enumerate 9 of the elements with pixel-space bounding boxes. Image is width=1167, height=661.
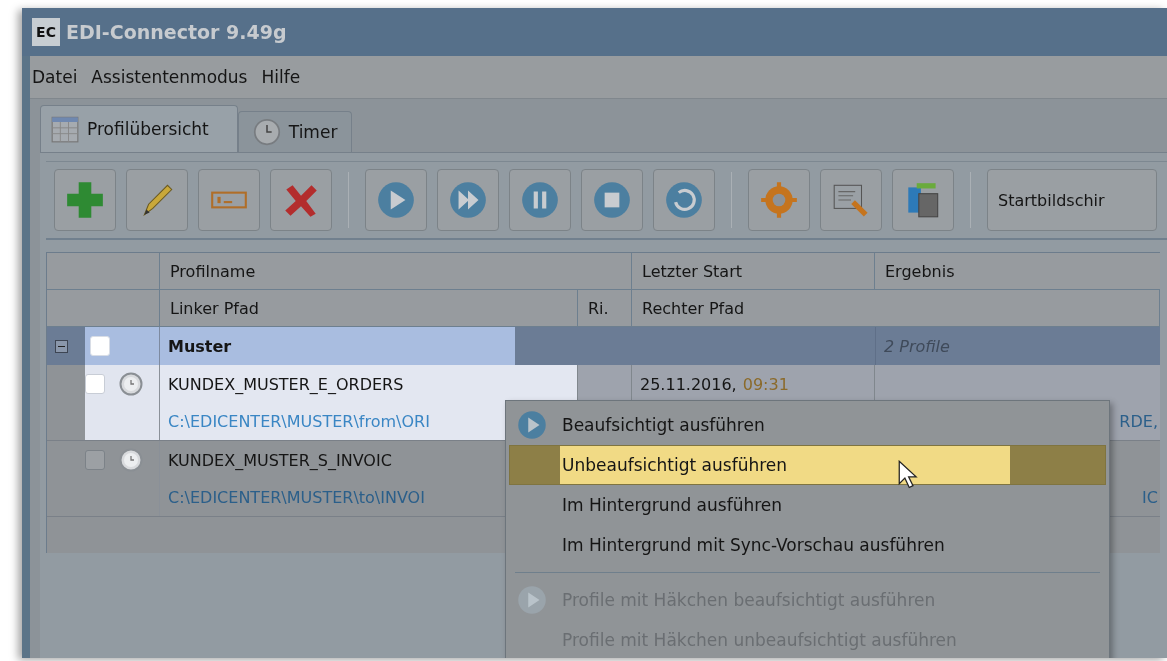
app-logo: EC bbox=[32, 18, 60, 46]
right-path: RDE, bbox=[1119, 412, 1158, 431]
right-path: IC bbox=[1142, 488, 1158, 507]
left-path: C:\EDICENTER\MUSTER\to\INVOI bbox=[168, 488, 425, 507]
left-path: C:\EDICENTER\MUSTER\from\ORI bbox=[168, 412, 430, 431]
profile-name: KUNDEX_MUSTER_E_ORDERS bbox=[160, 365, 578, 403]
window-title: EDI-Connector 9.49g bbox=[66, 21, 287, 43]
last-start-date: 25.11.2016, bbox=[640, 374, 737, 394]
last-start-time: 09:31 bbox=[742, 374, 789, 394]
